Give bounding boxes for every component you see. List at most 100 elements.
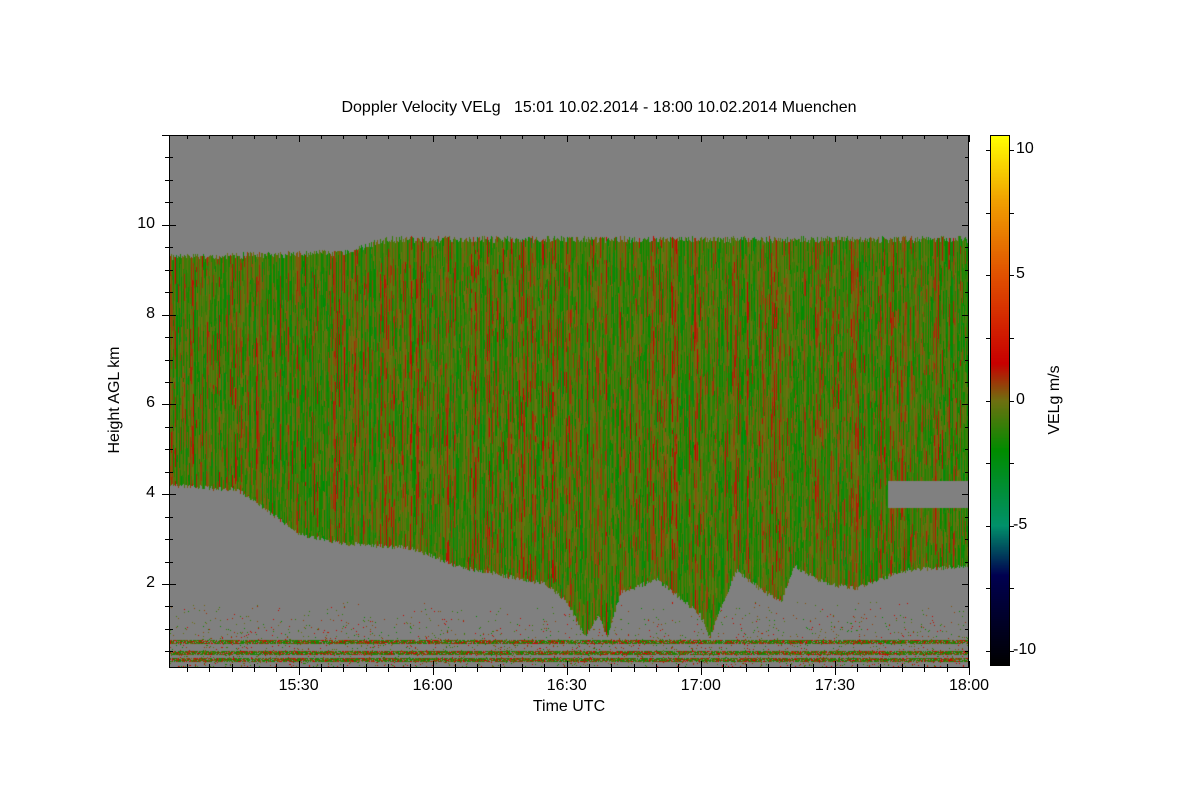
x-tick: [969, 661, 970, 668]
y-tick: [962, 584, 969, 585]
y-tick: [965, 517, 969, 518]
y-tick: [169, 629, 173, 630]
y-tick: [169, 360, 173, 361]
x-tick: [947, 668, 948, 672]
y-tick: [169, 472, 173, 473]
x-tick: [746, 135, 747, 139]
x-tick: [299, 668, 300, 675]
x-tick: [500, 668, 501, 672]
y-tick: [965, 180, 969, 181]
x-tick: [611, 668, 612, 672]
colorbar-tick: [986, 213, 990, 214]
x-tick: [321, 668, 322, 672]
y-tick: [169, 315, 176, 316]
x-tick-label: 15:30: [278, 677, 319, 694]
x-tick: [611, 135, 612, 139]
x-tick: [634, 135, 635, 139]
y-axis-label: Height AGL km: [106, 346, 123, 454]
x-tick: [232, 668, 233, 672]
y-tick-label: 8: [146, 304, 155, 322]
y-tick: [169, 494, 176, 495]
x-tick: [835, 135, 836, 142]
y-tick: [965, 360, 969, 361]
velocity-heatmap: [170, 136, 968, 667]
y-tick: [169, 584, 176, 585]
x-tick: [209, 668, 210, 672]
y-tick: [965, 292, 969, 293]
x-tick: [276, 135, 277, 139]
x-tick: [455, 135, 456, 139]
x-tick: [522, 135, 523, 139]
x-tick: [768, 135, 769, 139]
y-tick: [169, 539, 173, 540]
x-tick: [589, 135, 590, 139]
y-tick: [162, 584, 169, 585]
x-tick: [567, 668, 568, 675]
x-tick: [835, 668, 836, 675]
y-tick: [169, 404, 176, 405]
y-tick: [965, 202, 969, 203]
x-tick: [790, 135, 791, 139]
x-tick: [790, 668, 791, 672]
colorbar-tick: [1010, 588, 1014, 589]
x-tick: [902, 135, 903, 139]
y-tick: [169, 247, 173, 248]
y-tick: [169, 292, 173, 293]
y-tick: [162, 404, 169, 405]
x-tick: [187, 668, 188, 672]
x-tick: [746, 668, 747, 672]
y-tick: [962, 225, 969, 226]
x-tick: [701, 135, 702, 142]
y-tick: [965, 157, 969, 158]
x-tick: [366, 135, 367, 139]
x-tick: [924, 668, 925, 672]
colorbar-tick: [986, 526, 990, 527]
colorbar-tick-label: 0: [1016, 390, 1025, 408]
y-tick: [169, 135, 176, 136]
colorbar: [990, 135, 1010, 666]
x-tick: [857, 668, 858, 672]
x-tick: [276, 668, 277, 672]
x-tick: [544, 668, 545, 672]
x-tick-label: 16:30: [546, 677, 587, 694]
x-tick: [343, 668, 344, 672]
x-tick: [813, 668, 814, 672]
colorbar-tick: [1010, 338, 1014, 339]
x-tick: [835, 661, 836, 668]
x-tick: [924, 135, 925, 139]
x-tick: [366, 668, 367, 672]
x-tick: [969, 668, 970, 675]
y-tick-label: 2: [146, 574, 155, 592]
y-tick: [169, 180, 173, 181]
y-tick: [965, 562, 969, 563]
x-tick: [813, 135, 814, 139]
y-tick: [965, 651, 969, 652]
x-tick: [433, 135, 434, 142]
x-tick: [232, 135, 233, 139]
y-tick: [169, 157, 173, 158]
y-tick: [169, 562, 173, 563]
y-tick: [962, 315, 969, 316]
y-tick: [169, 202, 173, 203]
y-tick: [169, 427, 173, 428]
x-tick: [254, 135, 255, 139]
y-tick: [169, 651, 173, 652]
x-tick: [500, 135, 501, 139]
x-tick: [634, 668, 635, 672]
y-tick: [162, 225, 169, 226]
colorbar-tick: [986, 401, 990, 402]
x-tick: [567, 661, 568, 668]
y-tick: [965, 247, 969, 248]
colorbar-tick: [986, 338, 990, 339]
colorbar-tick-label: 5: [1016, 265, 1025, 283]
x-tick: [477, 668, 478, 672]
y-tick: [169, 606, 173, 607]
x-tick: [343, 135, 344, 139]
x-tick: [209, 135, 210, 139]
x-tick: [902, 668, 903, 672]
x-tick: [678, 135, 679, 139]
x-tick: [768, 668, 769, 672]
y-tick: [162, 315, 169, 316]
colorbar-label: VELg m/s: [1046, 365, 1063, 435]
colorbar-tick: [1010, 213, 1014, 214]
